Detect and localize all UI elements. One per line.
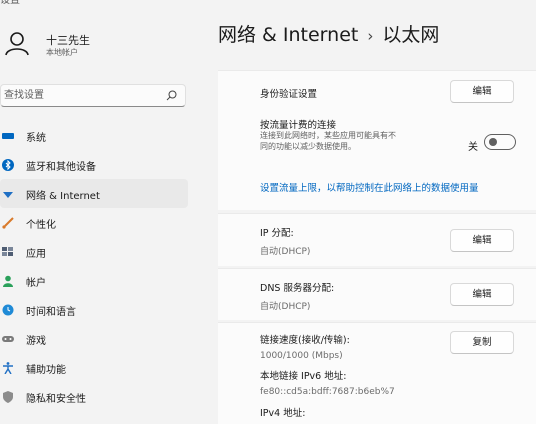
ipv6-value: fe80::cd5a:bdff:7687:b6eb%7: [260, 387, 395, 397]
sidebar-item-time-language[interactable]: 时间和语言: [0, 295, 188, 324]
account-icon: [3, 275, 13, 287]
page-title: 以太网: [382, 24, 440, 46]
sidebar-item-privacy[interactable]: 隐私和安全性: [0, 382, 188, 411]
brush-icon: [2, 217, 14, 229]
sidebar-item-label: 应用: [26, 249, 46, 260]
sidebar-item-label: 时间和语言: [26, 307, 76, 318]
search-input[interactable]: [1, 85, 161, 106]
sidebar-item-label: 游戏: [26, 336, 46, 347]
toggle-knob: [489, 138, 497, 146]
metered-connection-description: 连接到此网络时，某些应用可能具有不同的功能以减少数据使用。: [260, 131, 396, 151]
sidebar-item-label: 蓝牙和其他设备: [26, 162, 96, 173]
dns-assignment-card: DNS 服务器分配: 自动(DHCP) 编辑: [218, 268, 536, 320]
person-icon: [5, 32, 29, 56]
ip-edit-button[interactable]: 编辑: [450, 229, 514, 252]
window-title: 设置: [0, 0, 20, 6]
data-limit-link[interactable]: 设置流量上限，以帮助控制在此网络上的数据使用量: [260, 180, 479, 194]
sidebar-item-label: 隐私和安全性: [26, 394, 86, 405]
sidebar-item-apps[interactable]: 应用: [0, 237, 188, 266]
sidebar-item-bluetooth[interactable]: 蓝牙和其他设备: [0, 150, 188, 179]
apps-icon: [2, 247, 13, 256]
gamepad-icon: [2, 336, 14, 342]
user-profile[interactable]: 十三先生 本地帐户: [0, 28, 196, 60]
search-icon[interactable]: [166, 90, 177, 101]
breadcrumb-separator: ›: [367, 27, 374, 45]
sidebar: 设置 十三先生 本地帐户 系统 蓝牙和其他设备: [0, 0, 196, 424]
metered-connection-toggle[interactable]: [484, 134, 516, 150]
dns-edit-button[interactable]: 编辑: [450, 283, 514, 306]
sidebar-item-system[interactable]: 系统: [0, 121, 188, 150]
metered-connection-label: 按流量计费的连接: [260, 120, 337, 131]
sidebar-item-label: 个性化: [26, 220, 56, 231]
search-box[interactable]: [0, 84, 186, 107]
sidebar-item-label: 辅助功能: [26, 365, 66, 376]
ipv6-label: 本地链接 IPv6 地址:: [260, 371, 347, 382]
ip-assignment-value: 自动(DHCP): [260, 247, 311, 257]
globe-clock-icon: [2, 304, 14, 316]
shield-icon: [3, 391, 13, 403]
account-type: 本地帐户: [46, 48, 78, 57]
wifi-icon: [3, 192, 13, 198]
auth-edit-button[interactable]: 编辑: [450, 80, 514, 103]
breadcrumb-section[interactable]: 网络 & Internet: [218, 24, 358, 46]
metered-toggle-state: 关: [468, 142, 478, 153]
link-speed-label: 链接速度(接收/传输):: [260, 335, 350, 346]
monitor-icon: [2, 133, 14, 139]
dns-assignment-label: DNS 服务器分配:: [260, 283, 335, 294]
auth-settings-label: 身份验证设置: [260, 89, 318, 100]
ip-assignment-card: IP 分配: 自动(DHCP) 编辑: [218, 213, 536, 266]
connection-settings-card: 身份验证设置 编辑 按流量计费的连接 连接到此网络时，某些应用可能具有不同的功能…: [218, 70, 536, 210]
ip-assignment-label: IP 分配:: [260, 228, 294, 239]
sidebar-item-accounts[interactable]: 帐户: [0, 266, 188, 295]
sidebar-item-label: 网络 & Internet: [26, 191, 100, 202]
sidebar-item-label: 帐户: [26, 278, 46, 289]
sidebar-item-personalization[interactable]: 个性化: [0, 208, 188, 237]
link-speed-value: 1000/1000 (Mbps): [260, 351, 343, 361]
sidebar-item-accessibility[interactable]: 辅助功能: [0, 353, 188, 382]
sidebar-item-gaming[interactable]: 游戏: [0, 324, 188, 353]
dns-assignment-value: 自动(DHCP): [260, 302, 311, 312]
user-name: 十三先生: [46, 34, 90, 47]
ipv4-label: IPv4 地址:: [260, 408, 306, 419]
breadcrumb: 网络 & Internet › 以太网: [218, 20, 439, 47]
sidebar-nav: 系统 蓝牙和其他设备 网络 & Internet 个性化 应用 帐户 时间和语言…: [0, 121, 196, 411]
sidebar-item-network[interactable]: 网络 & Internet: [0, 179, 188, 208]
sidebar-item-label: 系统: [26, 133, 46, 144]
copy-button[interactable]: 复制: [450, 331, 514, 354]
bluetooth-icon: [2, 159, 14, 171]
accessibility-icon: [3, 362, 13, 374]
network-properties-card: 链接速度(接收/传输): 1000/1000 (Mbps) 复制 本地链接 IP…: [218, 322, 536, 424]
